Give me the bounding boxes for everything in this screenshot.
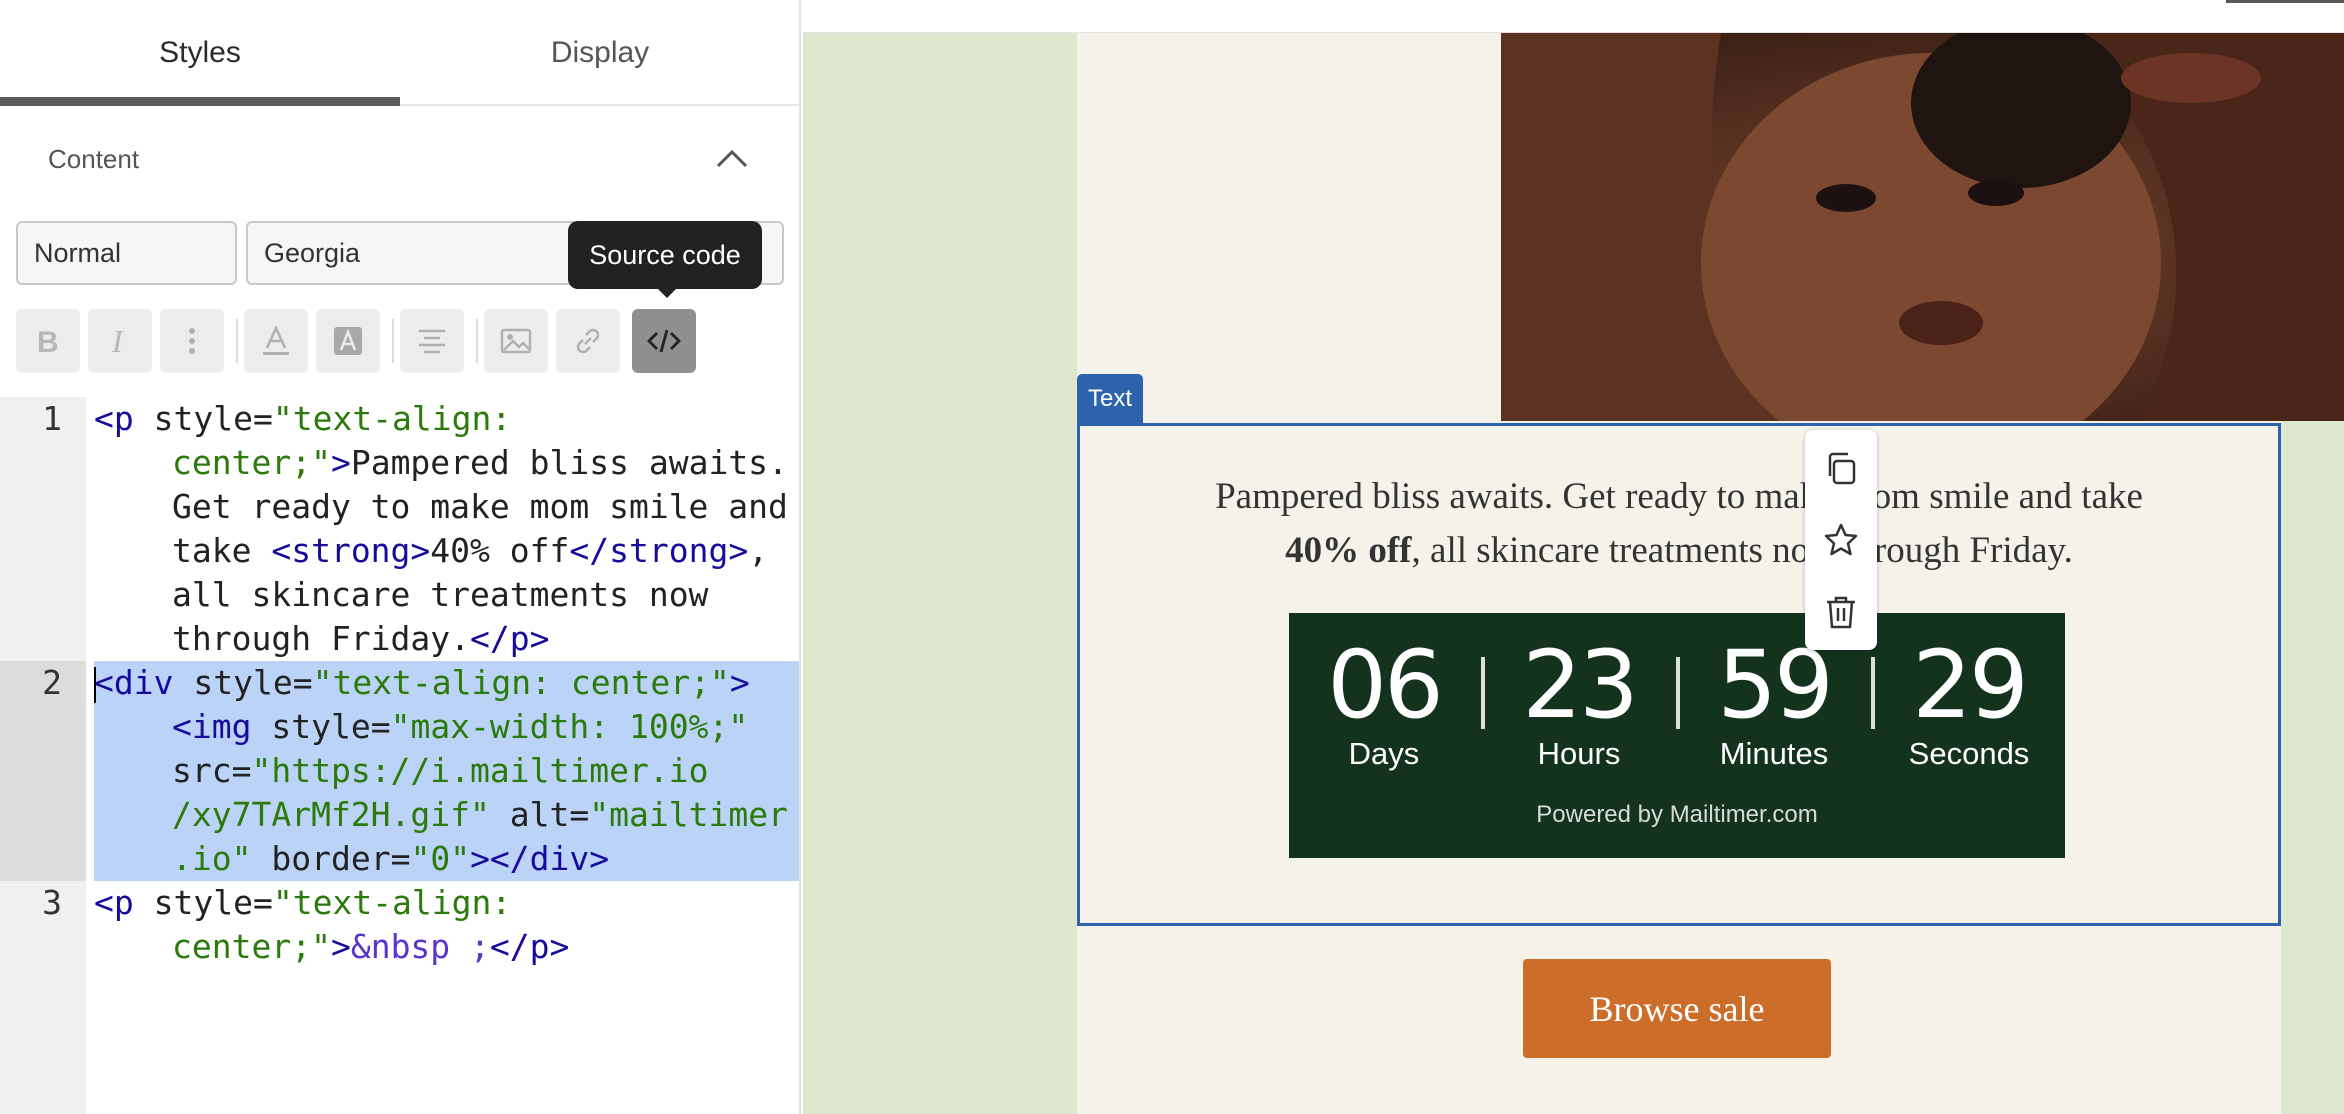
panel-tabs: Styles Display [0,0,799,106]
hero-photo-graphic [1501,33,2344,421]
tab-display[interactable]: Display [400,0,799,106]
italic-icon: I [111,323,124,359]
link-icon [576,328,600,354]
countdown-days: 06 Days [1327,631,1444,771]
source-code-button[interactable] [632,309,696,373]
countdown-divider [1871,657,1875,729]
countdown-hours: 23 Hours [1522,631,1639,771]
insert-link-button[interactable] [556,309,620,373]
code-line-1[interactable]: <p style="text-align: center;">Pampered … [94,397,794,661]
highlight-color-button[interactable] [316,309,380,373]
promo-copy: Pampered bliss awaits. Get ready to make… [1215,476,2143,571]
browse-sale-button[interactable]: Browse sale [1523,959,1831,1058]
chevron-up-icon[interactable] [714,140,750,176]
image-icon [500,328,532,354]
line-number: 3 [42,883,62,922]
countdown-divider [1481,657,1485,729]
source-code-editor[interactable]: 1 2 3 <p style="text-align: center;">Pam… [0,397,799,1114]
source-code-tooltip: Source code [568,221,762,298]
paragraph-style-select[interactable]: Normal [16,221,237,285]
toolbar-divider [392,319,394,363]
copy-icon [1828,452,1856,485]
trash-icon [1827,596,1855,629]
bold-button[interactable]: B [16,309,80,373]
bold-icon: B [37,326,59,359]
duplicate-block-button[interactable] [1805,432,1877,504]
align-center-button[interactable] [400,309,464,373]
line-number: 1 [42,399,62,438]
toolbar-divider [236,319,238,363]
email-canvas: Text Pampered bliss awaits. Get ready to… [803,0,2344,1114]
countdown-minutes: 59 Minutes [1717,631,1834,771]
active-tab-indicator [0,97,400,106]
countdown-divider [1676,657,1680,729]
favorite-block-button[interactable] [1805,504,1877,576]
countdown-timer-image[interactable]: 06 Days 23 Hours 59 Minutes 29 Seconds P… [1289,613,2065,858]
star-icon [1824,523,1858,556]
code-line-3[interactable]: <p style="text-align: center;">&nbsp ;</… [94,881,794,969]
svg-text:B: B [37,326,59,359]
canvas-top-bar [803,0,2344,33]
line-number: 2 [42,663,62,702]
promo-discount: 40% off [1285,530,1412,571]
code-line-2[interactable]: <div style="text-align: center;"><img st… [94,661,794,881]
delete-block-button[interactable] [1805,576,1877,648]
text-color-button[interactable] [244,309,308,373]
block-type-badge: Text [1077,374,1143,424]
hero-photo[interactable] [1501,33,2344,421]
countdown-powered-by: Powered by Mailtimer.com [1536,801,1818,828]
countdown-seconds: 29 Seconds [1908,631,2030,771]
align-center-icon [419,329,445,354]
highlight-color-icon [334,327,362,355]
insert-image-button[interactable] [484,309,548,373]
source-code-icon [647,329,681,353]
block-actions-toolbar [1805,430,1877,650]
editor-panel: Styles Display Content Normal Georgia So… [0,0,801,1114]
format-toolbar: B I [16,309,796,373]
content-section-header[interactable]: Content [0,120,799,194]
svg-text:I: I [111,323,124,359]
text-color-icon [263,324,289,355]
more-icon [189,328,195,354]
italic-button[interactable]: I [88,309,152,373]
top-bar-indicator [2226,0,2344,3]
toolbar-divider [476,319,478,363]
tab-styles[interactable]: Styles [0,0,400,106]
content-section-title: Content [48,144,140,174]
more-options-button[interactable] [160,309,224,373]
